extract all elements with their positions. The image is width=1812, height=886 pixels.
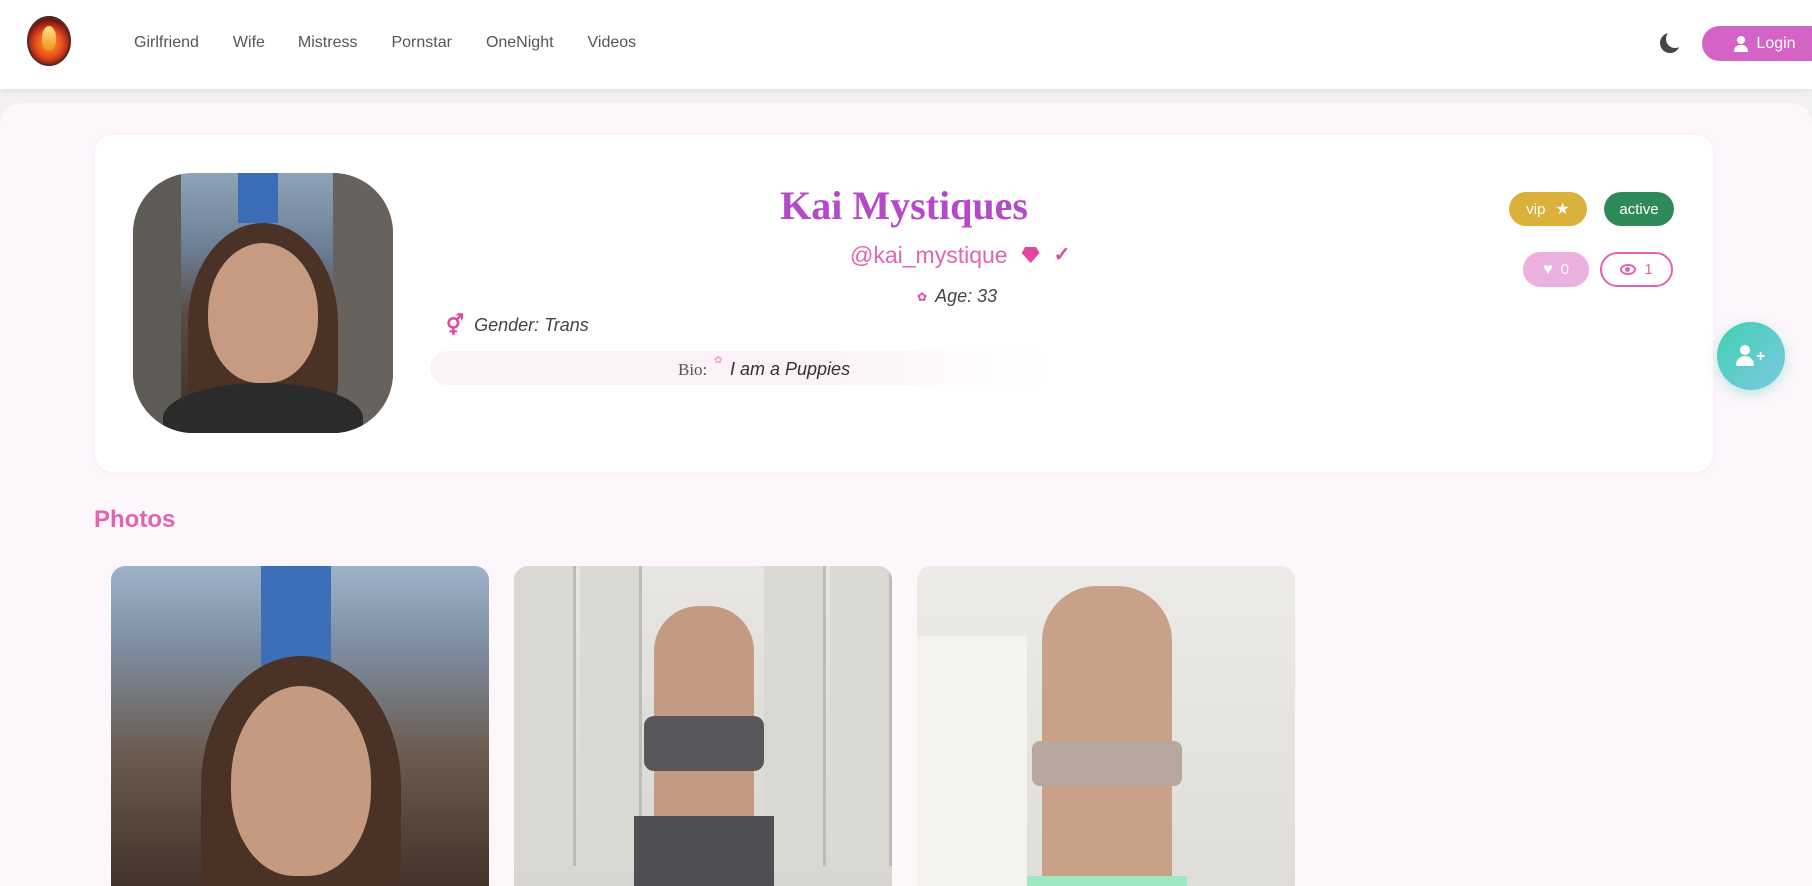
gender-icon: ⚥ bbox=[446, 315, 465, 337]
profile-gender: Gender: Trans bbox=[474, 315, 589, 335]
vip-badge: vip ★ bbox=[1509, 192, 1587, 226]
bio-row: Bio: ✿ I am a Puppies bbox=[430, 351, 1050, 385]
eye-icon bbox=[1620, 264, 1637, 275]
status-label: active bbox=[1619, 200, 1659, 218]
like-count: 0 bbox=[1560, 261, 1569, 278]
gem-icon bbox=[1022, 247, 1040, 263]
nav-link-girlfriend[interactable]: Girlfriend bbox=[134, 34, 199, 52]
login-label: Login bbox=[1756, 34, 1796, 52]
profile-card: Kai Mystiques @kai_mystique ✓ ✿ Age: 33 … bbox=[95, 135, 1713, 472]
photos-heading: Photos bbox=[94, 506, 176, 533]
like-button[interactable]: ♥ 0 bbox=[1523, 252, 1589, 287]
heart-icon: ♥ bbox=[1543, 260, 1553, 278]
user-icon bbox=[1734, 35, 1749, 52]
flower-icon: ✿ bbox=[917, 289, 928, 304]
star-icon: ★ bbox=[1555, 201, 1570, 218]
photo-thumbnail[interactable] bbox=[111, 566, 489, 886]
profile-name: Kai Mystiques bbox=[780, 183, 1028, 228]
vip-label: vip bbox=[1526, 200, 1546, 218]
age-row: ✿ Age: 33 bbox=[917, 286, 997, 307]
check-icon: ✓ bbox=[1053, 244, 1071, 266]
profile-page: Kai Mystiques @kai_mystique ✓ ✿ Age: 33 … bbox=[0, 103, 1812, 886]
sparkle-icon: ✿ bbox=[714, 355, 723, 366]
profile-age: Age: 33 bbox=[935, 286, 998, 306]
add-user-icon: + bbox=[1736, 345, 1766, 367]
bio-text: I am a Puppies bbox=[730, 359, 851, 379]
handle-row: @kai_mystique ✓ bbox=[850, 241, 1070, 269]
bio-label: Bio: bbox=[678, 360, 708, 379]
moon-icon[interactable] bbox=[1660, 30, 1684, 53]
login-button[interactable]: Login bbox=[1702, 26, 1812, 61]
nav-link-videos[interactable]: Videos bbox=[588, 34, 637, 52]
nav-link-mistress[interactable]: Mistress bbox=[298, 34, 358, 52]
view-count: 1 bbox=[1644, 261, 1653, 278]
photo-thumbnail[interactable] bbox=[917, 566, 1295, 886]
status-badge: active bbox=[1604, 192, 1674, 226]
nav-link-pornstar[interactable]: Pornstar bbox=[391, 34, 451, 52]
site-logo[interactable] bbox=[27, 16, 71, 66]
gender-row: ⚥ Gender: Trans bbox=[446, 313, 589, 338]
views-counter: 1 bbox=[1600, 252, 1673, 287]
top-navbar: Girlfriend Wife Mistress Pornstar OneNig… bbox=[0, 0, 1812, 89]
category-nav: Girlfriend Wife Mistress Pornstar OneNig… bbox=[134, 34, 670, 52]
profile-handle: @kai_mystique bbox=[850, 242, 1008, 268]
follow-button[interactable]: + bbox=[1717, 322, 1785, 390]
photo-thumbnail[interactable] bbox=[514, 566, 892, 886]
nav-link-onenight[interactable]: OneNight bbox=[486, 34, 554, 52]
nav-link-wife[interactable]: Wife bbox=[233, 34, 265, 52]
